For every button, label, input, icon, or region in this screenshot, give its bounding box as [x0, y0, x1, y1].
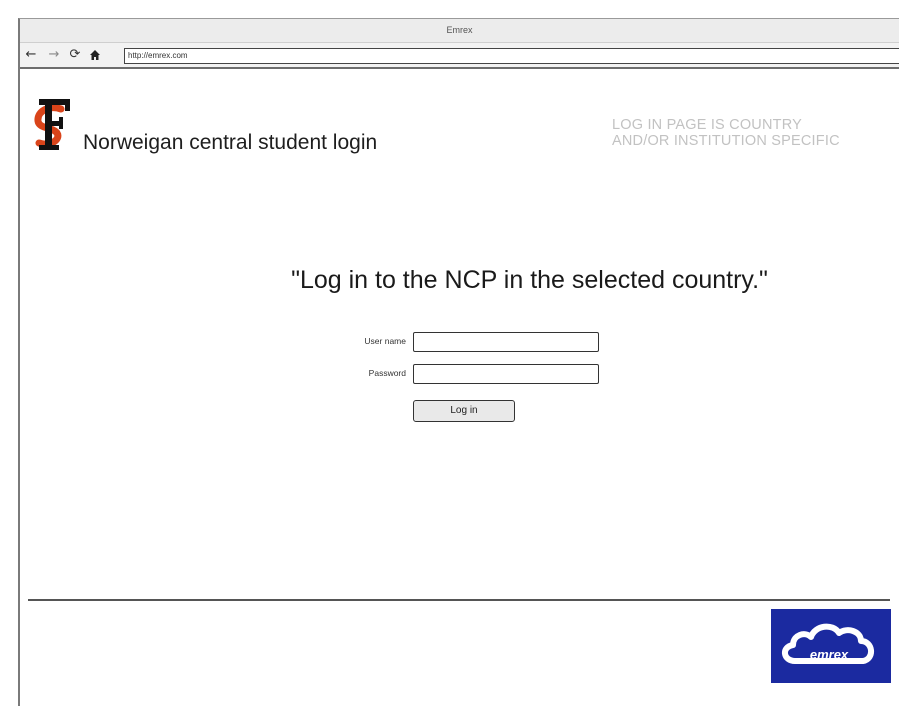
fs-logo: [31, 95, 77, 153]
browser-toolbar: ← → ⟳ http://emrex.com: [20, 43, 899, 69]
address-bar[interactable]: http://emrex.com: [124, 48, 899, 64]
forward-icon[interactable]: →: [47, 47, 61, 63]
home-icon[interactable]: [88, 47, 102, 63]
footer-divider: [28, 599, 890, 601]
reload-icon[interactable]: ⟳: [68, 47, 82, 63]
specificity-note: LOG IN PAGE IS COUNTRY AND/OR INSTITUTIO…: [612, 117, 840, 149]
back-icon[interactable]: ←: [24, 47, 38, 63]
emrex-logo-text: emrex: [810, 647, 849, 662]
site-title: Norweigan central student login: [83, 131, 378, 154]
emrex-logo: emrex: [771, 609, 891, 683]
username-label-wrap: User name: [320, 332, 406, 352]
login-button[interactable]: Log in: [413, 400, 515, 422]
note-line-2: AND/OR INSTITUTION SPECIFIC: [612, 133, 840, 149]
password-label: Password: [368, 368, 406, 378]
username-label: User name: [364, 336, 406, 346]
password-label-wrap: Password: [320, 364, 406, 384]
browser-window: Emrex ← → ⟳ http://emrex.com Norweigan c…: [18, 18, 899, 706]
page-headline: "Log in to the NCP in the selected count…: [291, 266, 768, 294]
note-line-1: LOG IN PAGE IS COUNTRY: [612, 117, 802, 133]
password-input[interactable]: [413, 364, 599, 384]
username-input[interactable]: [413, 332, 599, 352]
window-title: Emrex: [20, 19, 899, 43]
